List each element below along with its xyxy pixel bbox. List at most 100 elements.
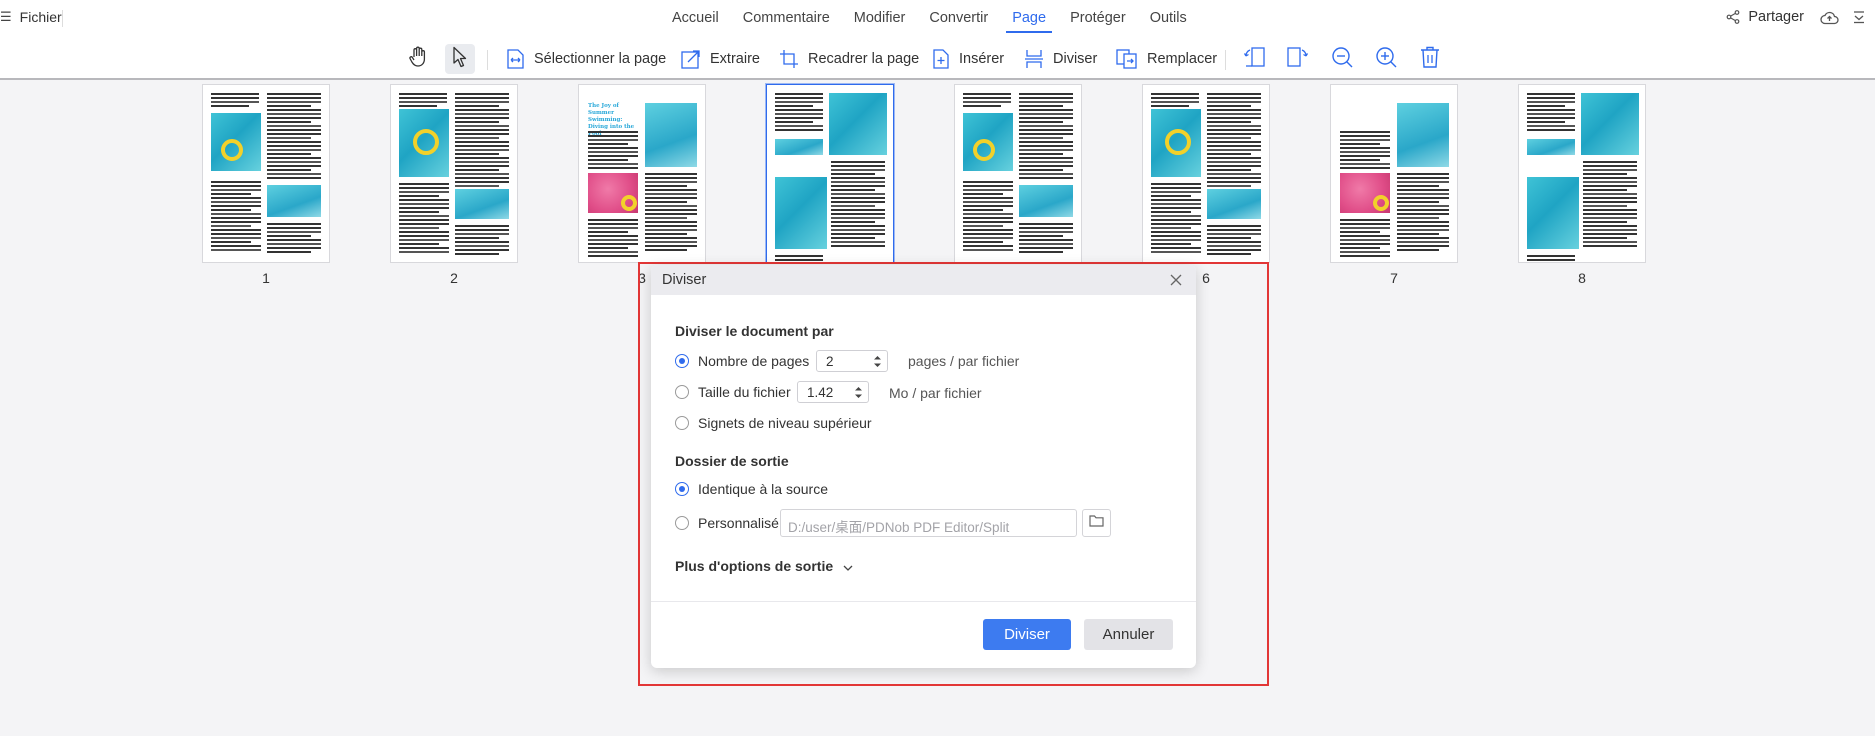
page-number: 8 xyxy=(1578,270,1586,286)
rotate-right-icon xyxy=(1286,46,1309,73)
folder-icon xyxy=(1089,514,1104,532)
extract-label: Extraire xyxy=(710,51,760,67)
replace-button[interactable]: Remplacer xyxy=(1116,44,1217,74)
rotate-left-button[interactable] xyxy=(1240,44,1270,74)
rotate-right-button[interactable] xyxy=(1282,44,1312,74)
crop-page-button[interactable]: Recadrer la page xyxy=(779,44,919,74)
output-custom-label: Personnalisé xyxy=(698,515,779,531)
stepper-arrows-icon[interactable] xyxy=(873,354,882,369)
browse-folder-button[interactable] xyxy=(1082,509,1111,537)
split-icon xyxy=(1024,49,1044,69)
file-size-stepper[interactable]: 1.42 xyxy=(797,381,869,403)
divider xyxy=(651,601,1196,602)
option-output-same: Identique à la source xyxy=(675,479,828,499)
select-page-button[interactable]: Sélectionner la page xyxy=(506,44,666,74)
insert-button[interactable]: Insérer xyxy=(932,44,1004,74)
hand-icon xyxy=(408,46,428,73)
page-count-radio[interactable] xyxy=(675,354,689,368)
insert-page-icon xyxy=(932,49,950,69)
zoom-in-button[interactable] xyxy=(1371,44,1401,74)
split-confirm-button[interactable]: Diviser xyxy=(983,619,1071,650)
split-by-heading: Diviser le document par xyxy=(675,323,834,339)
bookmarks-radio[interactable] xyxy=(675,416,689,430)
tab-page[interactable]: Page xyxy=(1000,10,1058,33)
main-tabs: Accueil Commentaire Modifier Convertir P… xyxy=(660,10,1199,33)
page-thumbnail[interactable] xyxy=(1330,84,1458,263)
extract-button[interactable]: Extraire xyxy=(681,44,760,74)
crop-icon xyxy=(779,49,799,69)
share-button[interactable]: Partager xyxy=(1748,9,1804,25)
output-same-radio[interactable] xyxy=(675,482,689,496)
page-count-suffix: pages / par fichier xyxy=(908,353,1020,369)
option-output-custom: Personnalisé xyxy=(675,513,779,533)
split-dialog: Diviser Diviser le document par Nombre d… xyxy=(651,265,1196,668)
replace-icon xyxy=(1116,49,1138,69)
cursor-arrow-icon xyxy=(452,46,468,73)
output-folder-heading: Dossier de sortie xyxy=(675,453,789,469)
close-icon[interactable] xyxy=(1168,272,1184,288)
tab-modifier[interactable]: Modifier xyxy=(842,10,918,26)
page-number: 2 xyxy=(450,270,458,286)
more-output-options-toggle[interactable]: Plus d'options de sortie xyxy=(675,558,853,574)
page-thumbnail[interactable] xyxy=(954,84,1082,263)
stepper-arrows-icon[interactable] xyxy=(854,385,863,400)
file-menu[interactable]: ☰ Fichier xyxy=(0,9,62,25)
collapse-icon[interactable] xyxy=(1853,10,1865,24)
menu-bar: ☰ Fichier Accueil Commentaire Modifier C… xyxy=(0,0,1875,38)
tab-convertir[interactable]: Convertir xyxy=(917,10,1000,26)
split-label: Diviser xyxy=(1053,51,1098,67)
page-count-value: 2 xyxy=(826,354,834,369)
more-options-label: Plus d'options de sortie xyxy=(675,558,834,574)
select-page-label: Sélectionner la page xyxy=(534,51,667,67)
page-thumbnail[interactable]: The Joy of Summer Swimming: Diving into … xyxy=(578,84,706,263)
output-custom-radio[interactable] xyxy=(675,516,689,530)
page-thumbnail[interactable] xyxy=(202,84,330,263)
zoom-out-button[interactable] xyxy=(1327,44,1357,74)
cloud-upload-icon[interactable] xyxy=(1820,10,1839,25)
output-path-field[interactable]: D:/user/桌面/PDNob PDF Editor/Split xyxy=(780,509,1077,537)
extract-icon xyxy=(681,49,701,69)
tab-outils[interactable]: Outils xyxy=(1138,10,1199,26)
zoom-in-icon xyxy=(1375,46,1397,73)
option-file-size: Taille du fichier xyxy=(675,382,791,402)
page-number: 7 xyxy=(1390,270,1398,286)
page-toolbar: Sélectionner la page Extraire Recadrer l… xyxy=(0,38,1875,80)
delete-page-button[interactable] xyxy=(1415,44,1445,74)
tab-proteger[interactable]: Protéger xyxy=(1058,10,1138,26)
crop-page-label: Recadrer la page xyxy=(808,51,920,67)
share-icon[interactable] xyxy=(1726,10,1740,24)
option-bookmarks: Signets de niveau supérieur xyxy=(675,413,872,433)
page-thumbnail[interactable] xyxy=(390,84,518,263)
page-thumbnail[interactable] xyxy=(766,84,894,263)
top-right-actions: Partager xyxy=(1726,9,1865,25)
page-count-stepper[interactable]: 2 xyxy=(816,350,888,372)
file-size-value: 1.42 xyxy=(807,385,834,400)
page-count-label: Nombre de pages xyxy=(698,353,810,369)
replace-label: Remplacer xyxy=(1147,51,1218,67)
zoom-out-icon xyxy=(1331,46,1353,73)
bookmarks-label: Signets de niveau supérieur xyxy=(698,415,872,431)
tab-accueil[interactable]: Accueil xyxy=(660,10,731,26)
page-thumbnail[interactable] xyxy=(1142,84,1270,263)
tab-commentaire[interactable]: Commentaire xyxy=(731,10,842,26)
cancel-button[interactable]: Annuler xyxy=(1084,619,1173,650)
page-thumbnail[interactable] xyxy=(1518,84,1646,263)
page-number: 1 xyxy=(262,270,270,286)
rotate-left-icon xyxy=(1243,46,1266,73)
menu-icon: ☰ xyxy=(0,9,12,24)
output-same-label: Identique à la source xyxy=(698,481,828,497)
split-button[interactable]: Diviser xyxy=(1024,44,1097,74)
toolbar-divider xyxy=(487,50,488,70)
select-page-icon xyxy=(506,49,525,69)
file-size-label: Taille du fichier xyxy=(698,384,791,400)
option-page-count: Nombre de pages xyxy=(675,351,809,371)
chevron-down-icon xyxy=(843,558,853,574)
insert-label: Insérer xyxy=(959,51,1005,67)
hand-tool-button[interactable] xyxy=(403,44,433,74)
file-menu-label: Fichier xyxy=(19,9,62,25)
file-size-radio[interactable] xyxy=(675,385,689,399)
select-tool-button[interactable] xyxy=(445,44,475,74)
dialog-header: Diviser xyxy=(651,265,1196,295)
trash-icon xyxy=(1420,46,1440,73)
file-size-suffix: Mo / par fichier xyxy=(889,385,982,401)
